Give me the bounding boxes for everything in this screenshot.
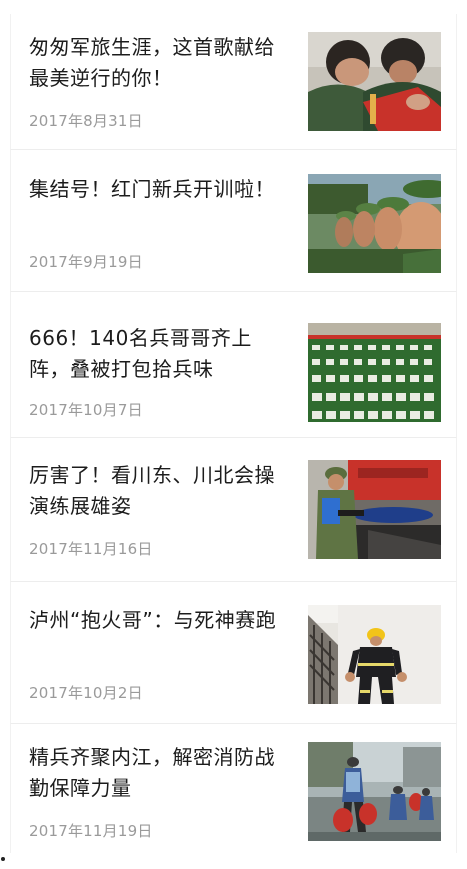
article-date: 2017年8月31日 xyxy=(29,112,143,130)
article-item[interactable]: 匆匆军旅生涯，这首歌献给最美逆行的你！ 2017年8月31日 xyxy=(10,14,457,149)
article-list: 匆匆军旅生涯，这首歌献给最美逆行的你！ 2017年8月31日 集结号！红门新兵开… xyxy=(0,0,467,869)
article-item[interactable]: 精兵齐聚内江，解密消防战勤保障力量 2017年11月19日 xyxy=(10,723,457,853)
recruits-in-line-photo[interactable] xyxy=(308,174,441,273)
folded-quilts-on-field-photo[interactable] xyxy=(308,323,441,422)
article-title[interactable]: 666！140名兵哥哥齐上阵，叠被打包拾兵味 xyxy=(29,323,289,385)
firefighter-drill-photo[interactable] xyxy=(308,460,441,559)
article-title[interactable]: 泸州“抱火哥”：与死神赛跑 xyxy=(29,605,289,636)
article-item[interactable]: 泸州“抱火哥”：与死神赛跑 2017年10月2日 xyxy=(10,581,457,723)
article-date: 2017年11月16日 xyxy=(29,540,153,558)
soldiers-embrace-photo[interactable] xyxy=(308,32,441,131)
firefighter-drill-photo-graphic xyxy=(308,460,441,559)
article-date: 2017年10月2日 xyxy=(29,684,143,702)
article-date: 2017年10月7日 xyxy=(29,401,143,419)
article-title[interactable]: 厉害了！看川东、川北会操演练展雄姿 xyxy=(29,460,289,522)
article-title[interactable]: 集结号！红门新兵开训啦！ xyxy=(29,174,289,205)
article-item[interactable]: 666！140名兵哥哥齐上阵，叠被打包拾兵味 2017年10月7日 xyxy=(10,291,457,437)
article-item[interactable]: 厉害了！看川东、川北会操演练展雄姿 2017年11月16日 xyxy=(10,437,457,581)
scroll-dot xyxy=(1,857,5,861)
article-date: 2017年9月19日 xyxy=(29,253,143,271)
firefighter-running-photo-graphic xyxy=(308,605,441,704)
firefighters-training-photo-graphic xyxy=(308,742,441,841)
article-item[interactable]: 集结号！红门新兵开训啦！ 2017年9月19日 xyxy=(10,149,457,291)
soldiers-embrace-photo-graphic xyxy=(308,32,441,131)
recruits-in-line-photo-graphic xyxy=(308,174,441,273)
firefighters-training-photo[interactable] xyxy=(308,742,441,841)
article-title[interactable]: 匆匆军旅生涯，这首歌献给最美逆行的你！ xyxy=(29,32,289,94)
firefighter-running-photo[interactable] xyxy=(308,605,441,704)
article-title[interactable]: 精兵齐聚内江，解密消防战勤保障力量 xyxy=(29,742,289,804)
article-date: 2017年11月19日 xyxy=(29,822,153,840)
folded-quilts-on-field-photo-graphic xyxy=(308,323,441,422)
